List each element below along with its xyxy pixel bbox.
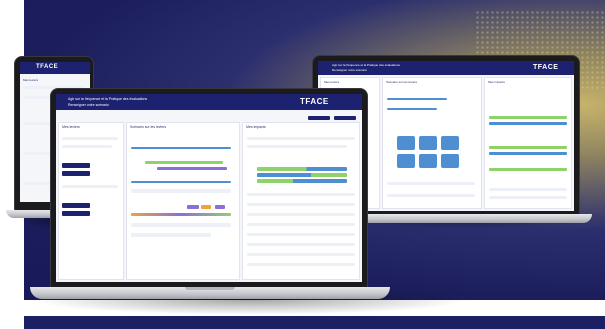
app-header: Agir sur la fréquence et la Pratique des… [56,94,362,110]
scenario-tile[interactable] [441,136,459,150]
header-title: Agir sur la fréquence et la Pratique des… [332,63,400,67]
screen-front: Agir sur la fréquence et la Pratique des… [56,94,362,282]
header-subtitle: Renseigner votre scénario [332,68,368,72]
column-impacts: Mes impacts [242,122,360,280]
column-scenario: Scénario sur les leviers [126,122,240,280]
scenario-tile[interactable] [397,136,415,150]
column-impacts: Mes impacts [484,77,572,209]
scenario-tile[interactable] [419,154,437,168]
background-band-bottom [24,316,605,329]
secondary-button[interactable] [334,116,356,120]
scenario-tile[interactable] [419,136,437,150]
apply-button[interactable] [308,116,330,120]
header-subtitle: Renseigner votre scénario [68,103,109,107]
header-title: Agir sur la fréquence et la Pratique des… [68,97,148,101]
lever-button[interactable] [62,203,90,208]
lever-button[interactable] [62,211,90,216]
app-header: Agir sur la fréquence et la Pratique des… [318,61,574,75]
marketing-banner: TFACE Mes leviers Agir sur la fréquence … [0,0,605,329]
app-logo: TFACE [36,64,59,70]
column-leviers: Mes leviers [58,122,124,280]
lever-button[interactable] [62,171,90,176]
scenario-tile[interactable] [441,154,459,168]
app-logo: TFACE [533,64,559,71]
column-scenario: Scénario sur les leviers [382,77,482,209]
scenario-tile[interactable] [397,154,415,168]
lever-button[interactable] [62,163,90,168]
app-logo: TFACE [300,97,329,106]
